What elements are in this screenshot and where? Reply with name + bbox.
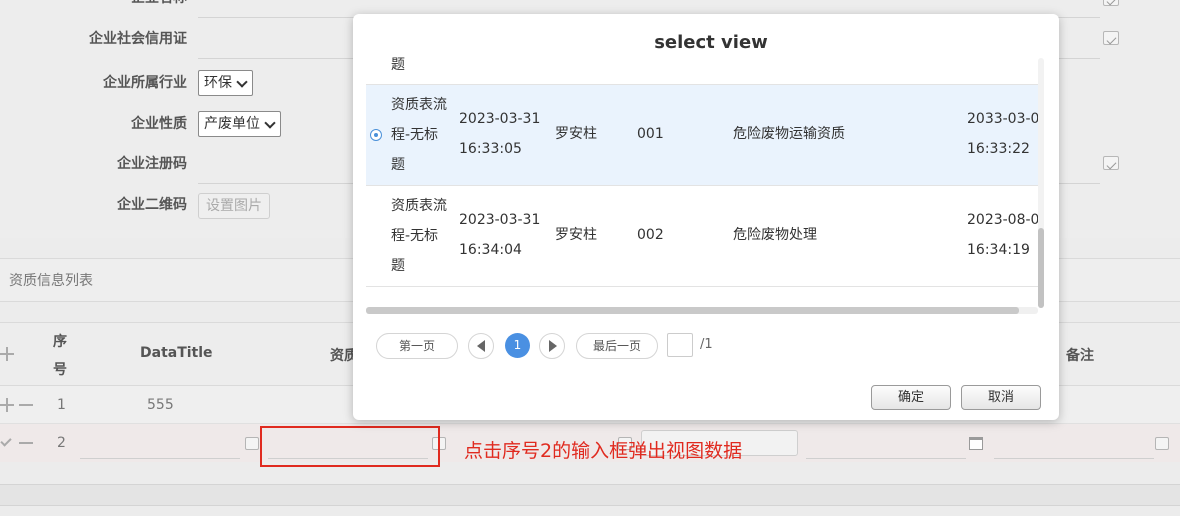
highlight-box — [260, 426, 440, 467]
row-seq: 1 — [57, 397, 66, 413]
current-page[interactable]: 1 — [505, 333, 530, 358]
scrollbar-thumb[interactable] — [1038, 228, 1044, 308]
table-row[interactable]: 资质表流 程-无标 题 2023-03-31 16:33:05 罗安柱 001 … — [366, 85, 1038, 186]
row-date: 2023-03-31 — [459, 212, 541, 228]
row-seq: 2 — [57, 435, 66, 451]
nature-select[interactable]: 产废单位 — [198, 111, 281, 137]
annotation-text: 点击序号2的输入框弹出视图数据 — [464, 440, 743, 462]
field-label: 企业二维码 — [117, 197, 187, 213]
remark-input[interactable] — [994, 458, 1154, 459]
datatitle-input[interactable] — [80, 458, 240, 459]
row-title: 题 — [391, 57, 405, 73]
remove-row-icon[interactable] — [19, 404, 33, 406]
row-title: 题 — [391, 157, 405, 173]
edit-icon[interactable] — [1155, 437, 1169, 450]
edit-icon[interactable] — [1103, 31, 1119, 45]
row-time: 16:33:22 — [967, 141, 1030, 157]
edit-icon[interactable] — [245, 437, 259, 450]
industry-select[interactable]: 环保 — [198, 70, 253, 96]
row-qualification: 危险废物运输资质 — [733, 126, 845, 142]
header-remark: 备注 — [1066, 348, 1094, 364]
row-time: 16:33:05 — [459, 141, 522, 157]
row-radio[interactable] — [370, 129, 382, 141]
add-row-icon[interactable] — [0, 398, 14, 412]
row-person: 罗安柱 — [555, 227, 597, 243]
cancel-button[interactable]: 取消 — [961, 385, 1041, 410]
scrollbar-thumb[interactable] — [366, 307, 1019, 314]
row-title: 程-无标 — [391, 127, 439, 143]
table-row[interactable]: 资质表流 程-无标 题 2023-03-31 16:34:04 罗安柱 002 … — [366, 186, 1038, 287]
ok-button[interactable]: 确定 — [871, 385, 951, 410]
header-datatitle: DataTitle — [140, 345, 213, 361]
row-time: 16:34:04 — [459, 242, 522, 258]
calendar-icon[interactable] — [969, 437, 983, 450]
field-label: 企业所属行业 — [103, 75, 187, 91]
field-label: 企业注册码 — [117, 156, 187, 172]
page-total: /1 — [700, 337, 713, 352]
date-input[interactable] — [806, 458, 966, 459]
table-row[interactable]: 题 — [366, 54, 1038, 85]
row-time: 16:34:19 — [967, 242, 1030, 258]
last-page-button[interactable]: 最后一页 — [576, 333, 658, 359]
header-seq-line2: 号 — [53, 362, 67, 378]
row-date: 2023-03-31 — [459, 111, 541, 127]
chevron-right-icon — [549, 340, 557, 352]
edit-icon[interactable] — [1103, 0, 1119, 6]
add-row-icon[interactable] — [0, 347, 14, 361]
chevron-left-icon — [477, 340, 485, 352]
row-date: 2033-03-0 — [967, 111, 1038, 127]
field-label: 企业社会信用证 — [89, 31, 187, 47]
page-input[interactable] — [667, 333, 693, 357]
first-page-button[interactable]: 第一页 — [376, 333, 458, 359]
dialog-title: select view — [654, 32, 768, 53]
edit-icon[interactable] — [1103, 156, 1119, 170]
header-seq-line1: 序 — [53, 334, 67, 350]
row-title: 题 — [391, 258, 405, 274]
row-title: 资质表流 — [391, 198, 447, 214]
row-code: 002 — [637, 227, 664, 243]
bottom-band — [0, 484, 1180, 506]
select-view-dialog: select view 题 资质表流 程-无标 题 2023-03-31 16:… — [353, 14, 1059, 420]
row-date: 2023-08-0 — [967, 212, 1038, 228]
section-title: 资质信息列表 — [9, 273, 93, 289]
horizontal-scrollbar[interactable] — [366, 307, 1038, 314]
check-icon[interactable] — [0, 435, 12, 447]
field-label: 企业性质 — [131, 116, 187, 132]
row-person: 罗安柱 — [555, 126, 597, 142]
row-title: 资质表流 — [391, 97, 447, 113]
set-image-button[interactable]: 设置图片 — [198, 193, 270, 219]
prev-page-button[interactable] — [468, 333, 494, 359]
pagination: 第一页 1 最后一页 /1 — [353, 332, 1059, 360]
next-page-button[interactable] — [539, 333, 565, 359]
row-title: 程-无标 — [391, 228, 439, 244]
field-label: 企业名称 — [131, 0, 187, 18]
row-qualification: 危险废物处理 — [733, 227, 817, 243]
row-code: 001 — [637, 126, 664, 142]
row-datatitle: 555 — [147, 397, 174, 413]
vertical-scrollbar[interactable] — [1038, 58, 1044, 308]
remove-row-icon[interactable] — [19, 442, 33, 444]
view-table: 题 资质表流 程-无标 题 2023-03-31 16:33:05 罗安柱 00… — [366, 54, 1038, 310]
